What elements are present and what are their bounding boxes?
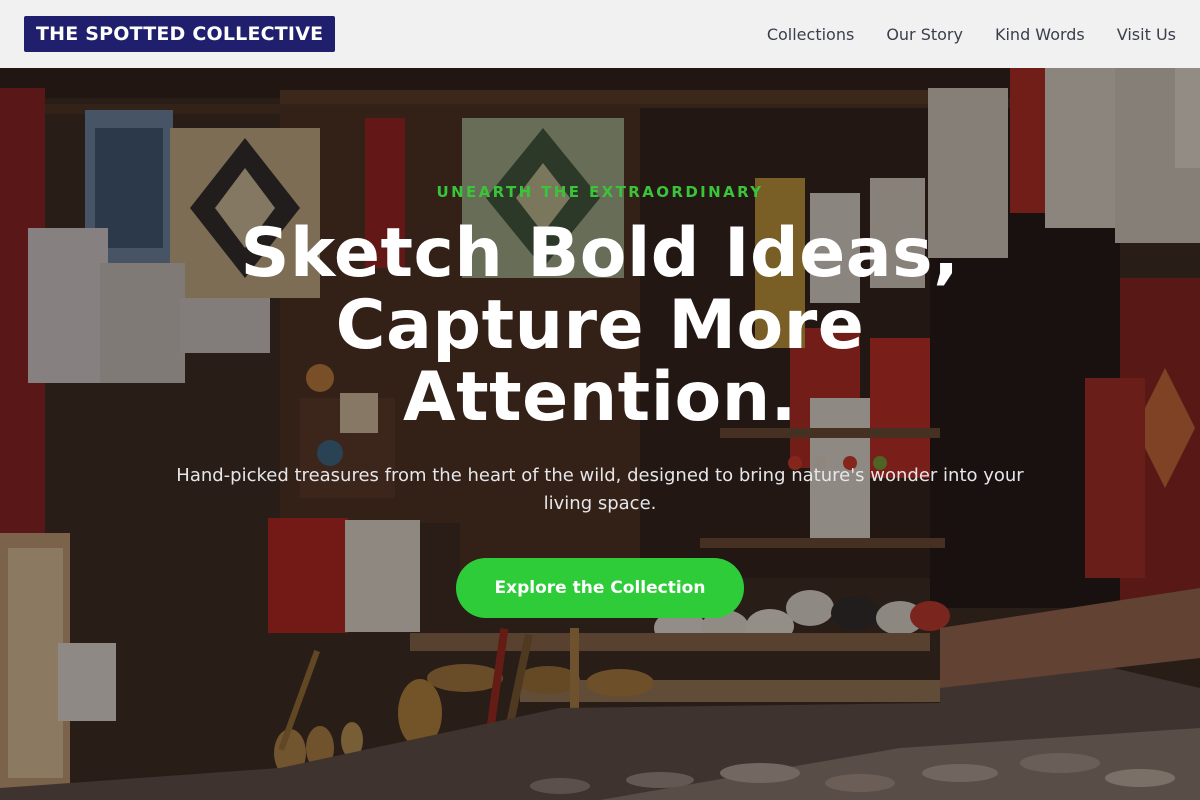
nav-link-our-story[interactable]: Our Story xyxy=(886,25,963,44)
explore-collection-button[interactable]: Explore the Collection xyxy=(456,558,744,618)
nav-link-collections[interactable]: Collections xyxy=(767,25,854,44)
hero-section: UNEARTH THE EXTRAORDINARY Sketch Bold Id… xyxy=(0,68,1200,800)
hero-eyebrow: UNEARTH THE EXTRAORDINARY xyxy=(436,183,764,201)
main-nav: Collections Our Story Kind Words Visit U… xyxy=(767,25,1176,44)
site-header: THE SPOTTED COLLECTIVE Collections Our S… xyxy=(0,0,1200,68)
page: THE SPOTTED COLLECTIVE Collections Our S… xyxy=(0,0,1200,800)
hero-content: UNEARTH THE EXTRAORDINARY Sketch Bold Id… xyxy=(0,68,1200,800)
hero-headline: Sketch Bold Ideas, Capture More Attentio… xyxy=(240,214,960,437)
nav-link-visit-us[interactable]: Visit Us xyxy=(1117,25,1176,44)
nav-link-kind-words[interactable]: Kind Words xyxy=(995,25,1085,44)
site-logo[interactable]: THE SPOTTED COLLECTIVE xyxy=(24,16,336,52)
hero-subtitle: Hand-picked treasures from the heart of … xyxy=(176,465,1024,514)
